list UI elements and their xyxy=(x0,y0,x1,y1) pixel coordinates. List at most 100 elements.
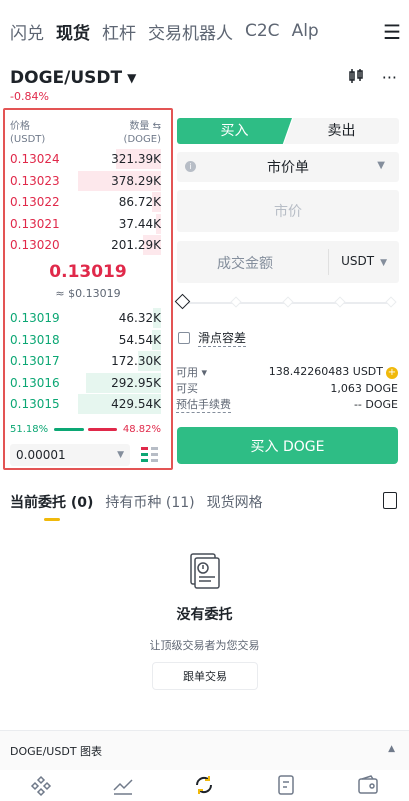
ask-row[interactable]: 0.13022 86.72K xyxy=(10,191,161,213)
qty-header[interactable]: 数量 ⇆ xyxy=(124,120,161,133)
precision-select[interactable]: 0.00001 ▼ xyxy=(10,444,130,466)
bid-amount: 46.32K xyxy=(118,311,161,325)
slippage-checkbox[interactable]: 滑点容差 xyxy=(178,329,247,347)
bid-row[interactable]: 0.13017 172.30K xyxy=(10,350,161,372)
info-icon[interactable]: i xyxy=(185,161,196,172)
ask-row[interactable]: 0.13024 321.39K xyxy=(10,148,161,170)
available-value: 138.42260483 USDT + xyxy=(268,365,398,379)
fee-label: 预估手续费 xyxy=(176,397,231,413)
more-icon[interactable]: ··· xyxy=(382,68,397,88)
wallet-icon[interactable] xyxy=(356,773,380,797)
chevron-down-icon: ▼ xyxy=(380,258,387,268)
ask-row[interactable]: 0.13023 378.29K xyxy=(10,170,161,192)
bid-amount: 172.30K xyxy=(111,354,161,368)
empty-title: 没有委托 xyxy=(176,607,233,623)
can-buy-value: 1,063 DOGE xyxy=(330,381,398,395)
last-price-usd: ≈ $0.13019 xyxy=(55,287,121,300)
slippage-label: 滑点容差 xyxy=(198,331,247,347)
can-buy-label: 可买 xyxy=(176,382,198,395)
chart-bar-label: DOGE/USDT 图表 xyxy=(10,745,103,758)
order-book: 价格 (USDT) 数量 ⇆ (DOGE) 0.13024 321.39K 0.13… xyxy=(3,108,173,470)
bid-price: 0.13018 xyxy=(10,332,60,347)
price-input[interactable]: 市价 xyxy=(177,190,399,232)
precision-value: 0.00001 xyxy=(16,448,66,462)
total-input[interactable]: 成交金额 USDT ▼ xyxy=(177,241,399,283)
ask-row[interactable]: 0.13021 37.44K xyxy=(10,213,161,235)
markets-icon[interactable] xyxy=(111,773,135,797)
tab-margin[interactable]: 杠杆 xyxy=(102,19,136,44)
ask-price: 0.13024 xyxy=(10,152,60,166)
slider-knob[interactable] xyxy=(174,293,191,310)
bid-amount: 292.95K xyxy=(111,375,161,390)
slider-mark-75[interactable] xyxy=(334,296,346,308)
futures-icon[interactable] xyxy=(274,773,298,797)
last-price: 0.13019 xyxy=(49,262,127,282)
sell-ratio-bar xyxy=(87,427,117,431)
home-icon[interactable] xyxy=(29,773,53,797)
active-tab-underline xyxy=(44,518,60,521)
sell-tab[interactable]: 卖出 xyxy=(284,118,399,144)
buy-tab[interactable]: 买入 xyxy=(177,118,292,144)
fee-value: -- DOGE xyxy=(353,397,398,411)
bid-row[interactable]: 0.13018 54.54K xyxy=(10,329,161,351)
bottom-nav xyxy=(0,770,409,800)
pair-symbol: DOGE/USDT xyxy=(10,68,123,88)
divider xyxy=(328,249,329,275)
ask-price: 0.13023 xyxy=(10,173,60,188)
bid-row[interactable]: 0.13015 429.54K xyxy=(10,393,161,415)
ask-price: 0.13021 xyxy=(10,216,60,231)
tab-trading-bots[interactable]: 交易机器人 xyxy=(148,19,233,44)
tab-c2c[interactable]: C2C xyxy=(245,21,280,41)
ask-row[interactable]: 0.13020 201.29K xyxy=(10,234,161,256)
tab-spot[interactable]: 现货 xyxy=(56,19,90,44)
menu-icon[interactable]: ☰ xyxy=(383,20,401,44)
available-label[interactable]: 可用 ▾ xyxy=(176,364,207,380)
tab-alpha[interactable]: Alp xyxy=(292,21,319,41)
side-toggle: 买入 卖出 xyxy=(177,118,399,144)
copy-trading-button[interactable]: 跟单交易 xyxy=(152,662,258,690)
trade-icon[interactable] xyxy=(192,773,216,797)
ask-amount: 86.72K xyxy=(118,195,161,209)
chevron-down-icon: ▼ xyxy=(377,160,385,171)
balance-info: 可用 ▾ 138.42260483 USDT + 可买 1,063 DOGE 预估… xyxy=(176,364,398,413)
total-placeholder: 成交金额 xyxy=(217,256,273,272)
qty-unit: (DOGE) xyxy=(123,134,161,145)
top-nav: 闪兑 现货 杠杆 交易机器人 C2C Alp ☰ xyxy=(10,14,401,48)
tab-holdings[interactable]: 持有币种 (11) xyxy=(105,492,194,512)
empty-subtitle: 让顶级交易者为您交易 xyxy=(149,639,260,652)
ask-price: 0.13020 xyxy=(10,238,60,252)
slider-mark-50[interactable] xyxy=(282,296,294,308)
tab-flash-swap[interactable]: 闪兑 xyxy=(10,19,44,44)
total-unit: USDT xyxy=(341,254,375,268)
chart-bar[interactable]: DOGE/USDT 图表 ▲ xyxy=(0,730,409,770)
ask-amount: 37.44K xyxy=(118,216,161,231)
ask-price: 0.13022 xyxy=(10,195,60,209)
bid-amount: 429.54K xyxy=(111,397,161,411)
checkbox-icon[interactable] xyxy=(178,332,190,344)
ask-amount: 201.29K xyxy=(111,238,161,252)
expand-up-icon[interactable]: ▲ xyxy=(388,744,395,754)
bid-price: 0.13015 xyxy=(10,397,60,411)
pair-selector[interactable]: DOGE/USDT ▼ xyxy=(10,68,136,88)
bid-row[interactable]: 0.13016 292.95K xyxy=(10,372,161,394)
candlestick-icon[interactable] xyxy=(348,68,364,88)
add-funds-icon[interactable]: + xyxy=(386,367,398,379)
caret-down-icon: ▼ xyxy=(127,71,137,85)
sell-ratio: 48.82% xyxy=(122,423,161,435)
order-book-header: 价格 (USDT) 数量 ⇆ (DOGE) xyxy=(10,120,161,146)
slider-mark-100[interactable] xyxy=(385,296,397,308)
orders-tabs: 当前委托 (0) 持有币种 (11) 现货网格 xyxy=(10,492,399,521)
tab-spot-grid[interactable]: 现货网格 xyxy=(207,492,263,512)
total-unit-select[interactable]: USDT ▼ xyxy=(341,254,387,268)
book-layout-icon[interactable] xyxy=(141,446,159,464)
bid-row[interactable]: 0.13019 46.32K xyxy=(10,307,161,329)
bid-price: 0.13017 xyxy=(10,354,60,368)
order-type-select[interactable]: i 市价单 ▼ xyxy=(177,152,399,182)
order-type-value: 市价单 xyxy=(267,160,309,176)
ask-amount: 321.39K xyxy=(111,152,161,166)
order-history-icon[interactable] xyxy=(383,492,397,509)
tab-open-orders[interactable]: 当前委托 (0) xyxy=(10,492,93,512)
buy-doge-button[interactable]: 买入 DOGE xyxy=(177,427,398,464)
amount-slider[interactable] xyxy=(174,293,397,310)
slider-mark-25[interactable] xyxy=(230,296,242,308)
